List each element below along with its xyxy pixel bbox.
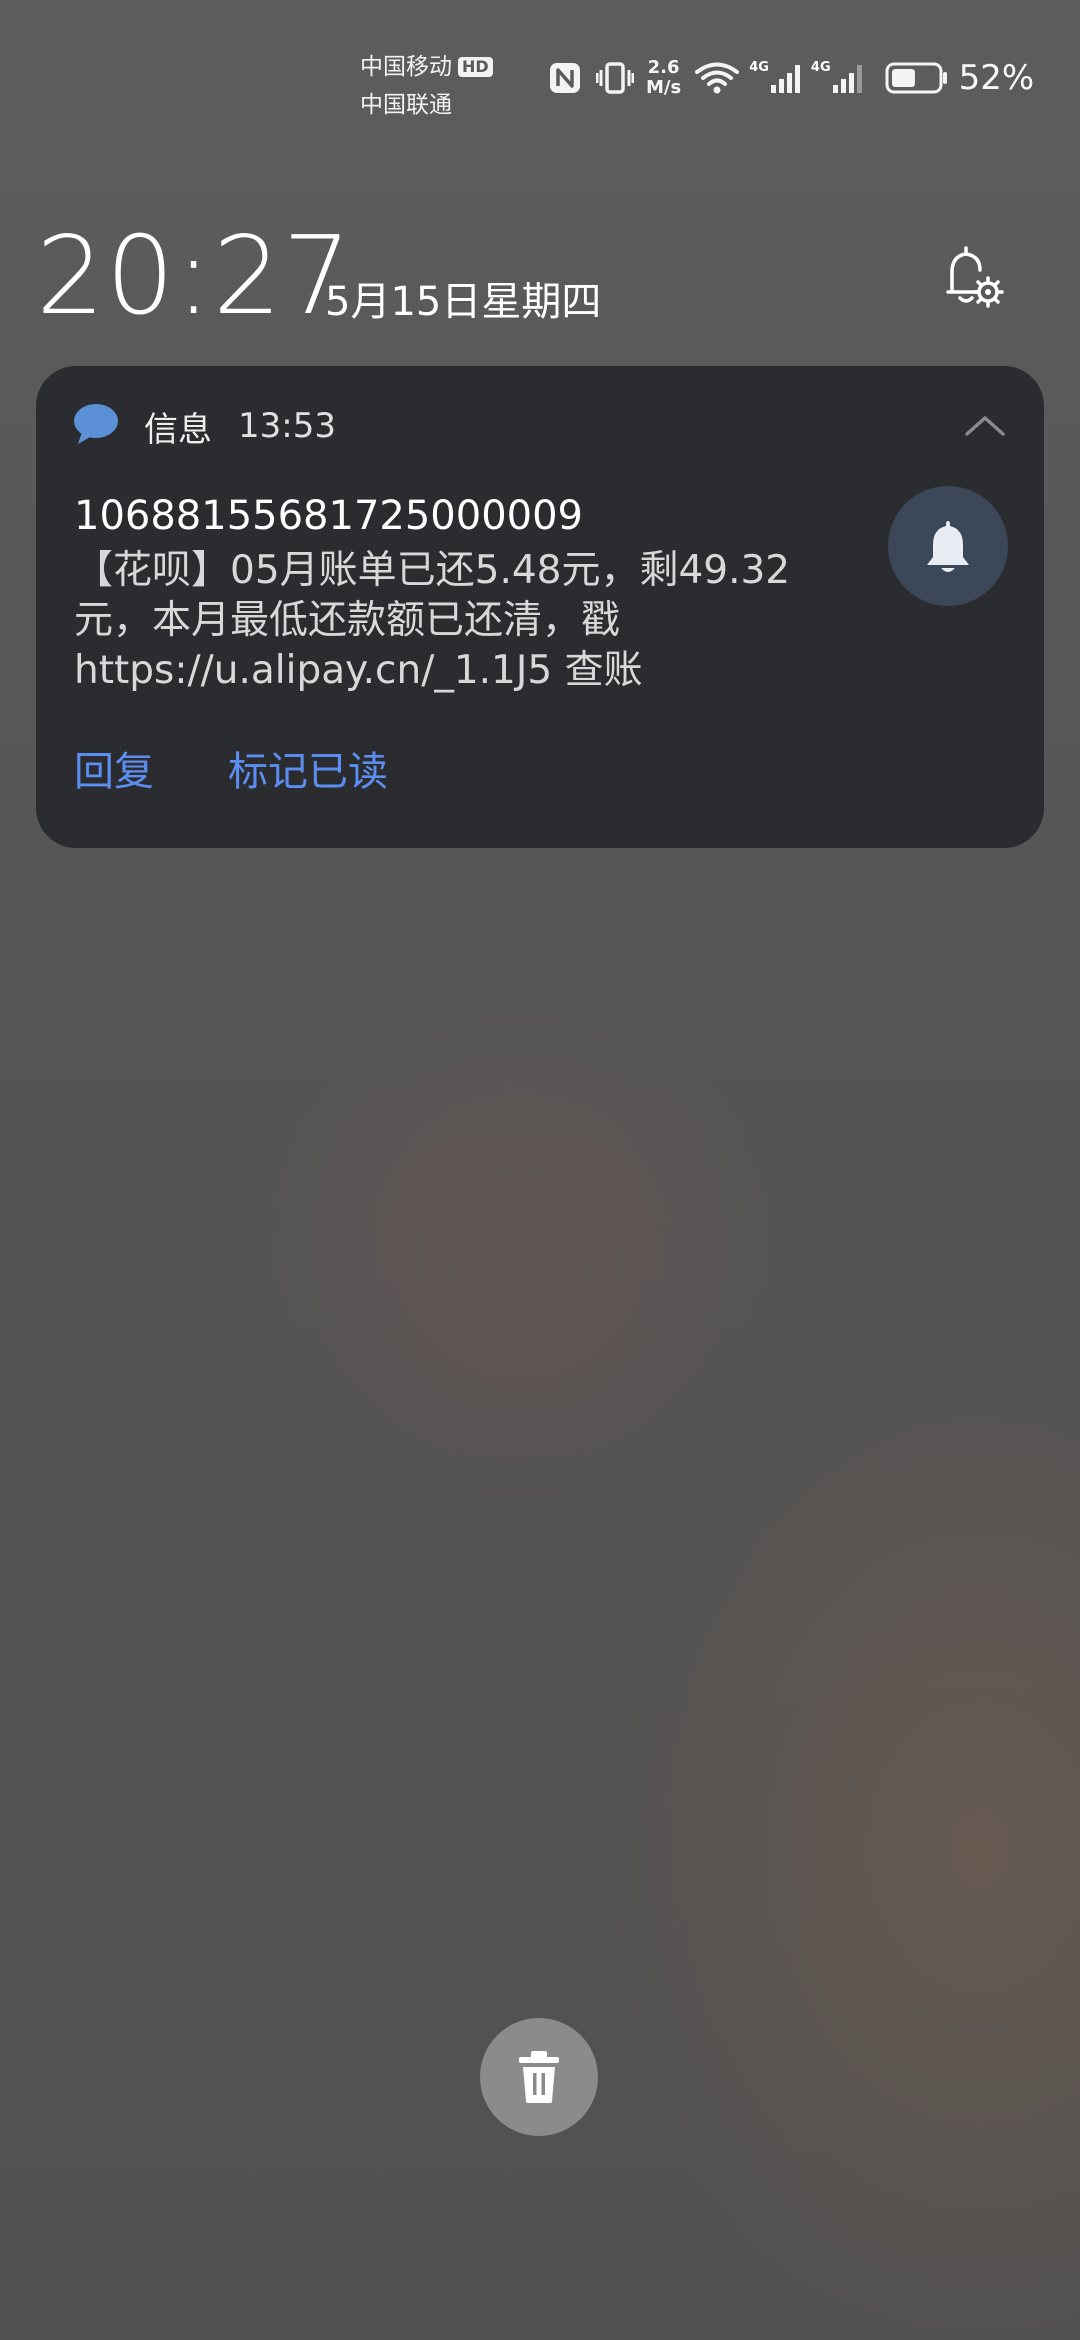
carrier-info: 中国移动 HD 中国联通 <box>360 48 493 124</box>
trash-icon[interactable] <box>480 2018 598 2136</box>
carrier-1-label: 中国移动 <box>360 54 452 80</box>
vibrate-icon <box>596 61 634 95</box>
wifi-icon <box>695 61 740 95</box>
signal-icon: 4G <box>749 61 805 95</box>
battery-percent: 52% <box>958 58 1035 98</box>
status-icons: 2.6 M/s 4G 4G 52% <box>548 56 1034 100</box>
bell-icon[interactable] <box>888 486 1008 606</box>
sms-notification-card[interactable]: 信息 13:53 10688155681725000009 【花呗】05月账单已… <box>36 366 1044 848</box>
app-name: 信息 <box>144 409 212 450</box>
carrier-2-label: 中国联通 <box>360 92 452 118</box>
chevron-up-icon[interactable] <box>962 410 1008 440</box>
network-speed-value: 2.6 <box>647 57 680 78</box>
network-speed-unit: M/s <box>646 77 682 98</box>
reply-button[interactable]: 回复 <box>74 746 154 798</box>
battery-icon <box>885 61 949 95</box>
lockscreen-clock: 20:27 <box>36 214 353 339</box>
notification-header: 信息 13:53 <box>72 402 336 450</box>
lockscreen-date: 5月15日星期四 <box>325 279 602 325</box>
bell-settings-icon[interactable] <box>934 240 1010 316</box>
notification-time: 13:53 <box>238 406 336 446</box>
network-speed: 2.6 M/s <box>646 58 681 98</box>
nfc-icon <box>548 61 582 95</box>
message-body: 【花呗】05月账单已还5.48元，剩49.32元，本月最低还款额已还清，戳htt… <box>74 548 791 693</box>
mark-as-read-button[interactable]: 标记已读 <box>228 746 388 798</box>
hd-badge: HD <box>458 57 493 77</box>
sim2-type: 4G <box>810 60 831 75</box>
notification-actions: 回复 标记已读 <box>74 746 462 798</box>
message-bubble-icon <box>72 402 120 450</box>
sender-number: 10688155681725000009 <box>74 493 583 539</box>
status-bar: 中国移动 HD 中国联通 2.6 M/s 4G 4G 52% <box>0 0 1080 120</box>
sim1-type: 4G <box>749 60 769 75</box>
signal-icon: 4G <box>811 61 867 95</box>
